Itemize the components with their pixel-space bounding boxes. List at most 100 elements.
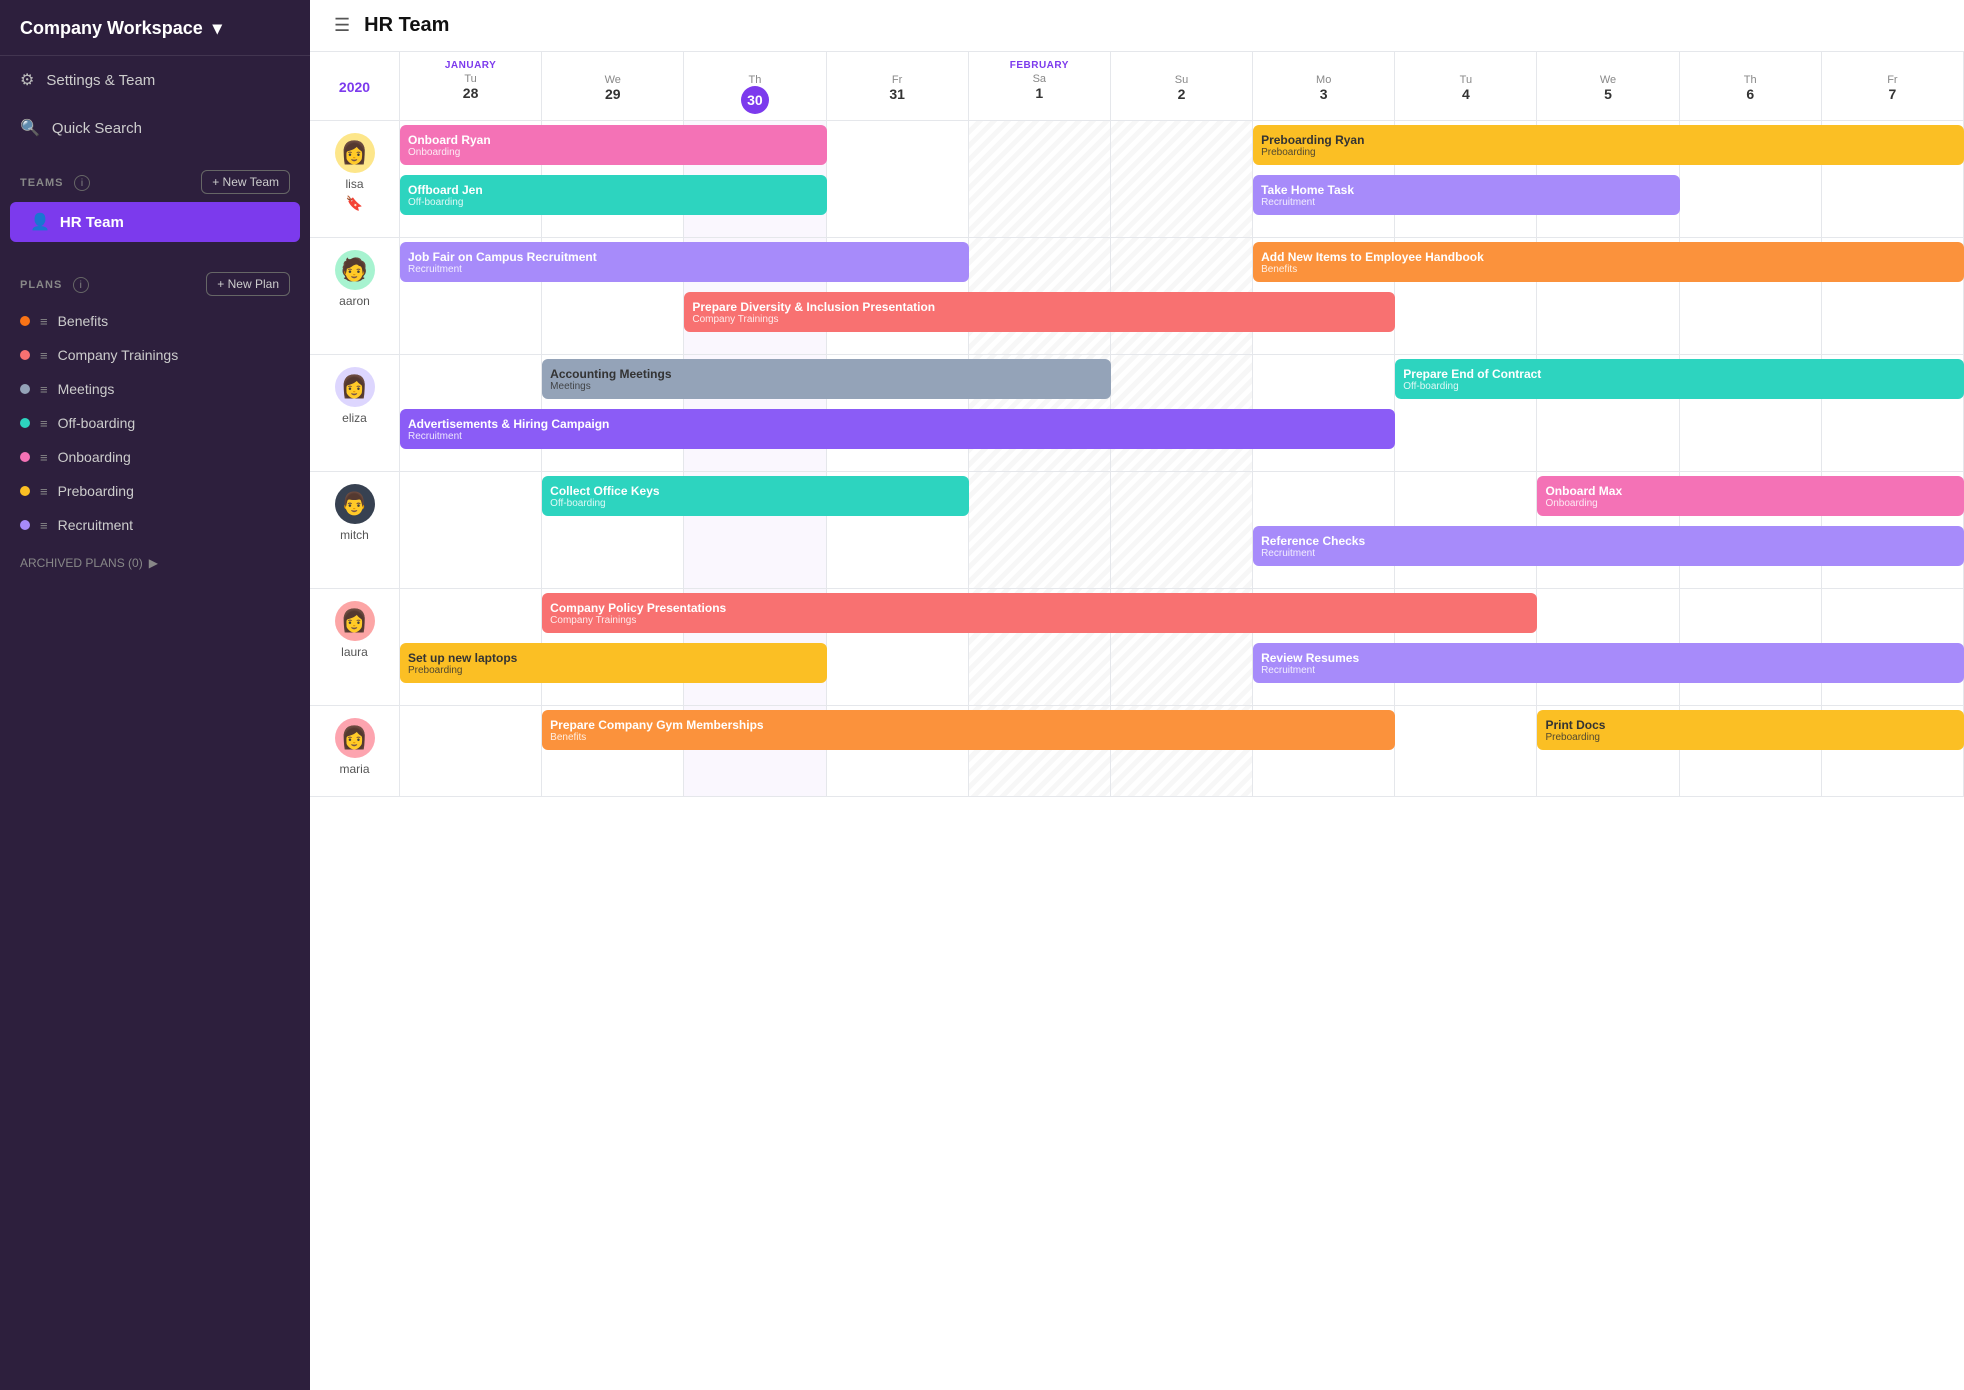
calendar-header: 2020 JANUARYTu28We29Th30Fr31FEBRUARYSa1S… bbox=[310, 52, 1964, 121]
plan-item-onboarding[interactable]: ≡ Onboarding bbox=[0, 440, 310, 474]
team-person-icon: 👤 bbox=[30, 212, 50, 232]
task-laura-1-set-up-new-laptops[interactable]: Set up new laptopsPreboarding bbox=[400, 643, 827, 683]
tasks-area-maria: Prepare Company Gym MembershipsBenefits P… bbox=[400, 706, 1964, 796]
person-col-eliza: 👩 eliza bbox=[310, 355, 400, 471]
task-mitch-0-collect-office-keys[interactable]: Collect Office KeysOff-boarding bbox=[542, 476, 969, 516]
new-plan-button[interactable]: + New Plan bbox=[206, 272, 290, 296]
topbar: ☰ HR Team bbox=[310, 0, 1964, 52]
workspace-header[interactable]: Company Workspace ▾ bbox=[0, 0, 310, 56]
plan-dot-company-trainings bbox=[20, 350, 30, 360]
task-mitch-1-reference-checks[interactable]: Reference ChecksRecruitment bbox=[1253, 526, 1964, 566]
plan-label-off-boarding: Off-boarding bbox=[58, 415, 136, 431]
task-aaron-0-add-new-items-to-emp[interactable]: Add New Items to Employee HandbookBenefi… bbox=[1253, 242, 1964, 282]
person-name-maria: maria bbox=[339, 762, 369, 776]
task-lisa-0-onboard-ryan[interactable]: Onboard RyanOnboarding bbox=[400, 125, 827, 165]
task-aaron-1-prepare-diversity-&-[interactable]: Prepare Diversity & Inclusion Presentati… bbox=[684, 292, 1395, 332]
bookmark-icon-lisa: 🔖 bbox=[346, 195, 363, 212]
quick-search-label: Quick Search bbox=[52, 120, 142, 137]
plan-item-benefits[interactable]: ≡ Benefits bbox=[0, 304, 310, 338]
plan-item-off-boarding[interactable]: ≡ Off-boarding bbox=[0, 406, 310, 440]
main-content: ☰ HR Team 2020 JANUARYTu28We29Th30Fr31FE… bbox=[310, 0, 1964, 1390]
team-name: HR Team bbox=[60, 214, 124, 231]
avatar-laura: 👩 bbox=[335, 601, 375, 641]
plans-info-icon[interactable]: i bbox=[73, 277, 89, 293]
task-eliza-0-accounting-meetings[interactable]: Accounting MeetingsMeetings bbox=[542, 359, 1111, 399]
settings-team-nav[interactable]: ⚙ Settings & Team bbox=[0, 56, 310, 104]
cal-header-col-5: Su2 bbox=[1111, 52, 1253, 120]
task-laura-0-company-policy-prese[interactable]: Company Policy PresentationsCompany Trai… bbox=[542, 593, 1537, 633]
plan-label-recruitment: Recruitment bbox=[58, 517, 133, 533]
plan-lines-icon-benefits: ≡ bbox=[40, 314, 48, 329]
cal-header-col-1: We29 bbox=[542, 52, 684, 120]
year-label: 2020 bbox=[333, 71, 376, 103]
plan-item-recruitment[interactable]: ≡ Recruitment bbox=[0, 508, 310, 542]
teams-section-title: TEAMS bbox=[20, 177, 64, 189]
teams-info-icon[interactable]: i bbox=[74, 175, 90, 191]
plan-label-meetings: Meetings bbox=[58, 381, 115, 397]
task-lisa-1-take-home-task[interactable]: Take Home TaskRecruitment bbox=[1253, 175, 1680, 215]
sidebar: Company Workspace ▾ ⚙ Settings & Team 🔍 … bbox=[0, 0, 310, 1390]
cal-header-col-9: Th6 bbox=[1680, 52, 1822, 120]
person-name-eliza: eliza bbox=[342, 411, 367, 425]
tasks-area-mitch: Collect Office KeysOff-boarding Onboard M… bbox=[400, 472, 1964, 588]
task-mitch-0-onboard-max[interactable]: Onboard MaxOnboarding bbox=[1537, 476, 1964, 516]
task-laura-1-review-resumes[interactable]: Review ResumesRecruitment bbox=[1253, 643, 1964, 683]
cal-header-col-4: FEBRUARYSa1 bbox=[969, 52, 1111, 120]
plan-dot-benefits bbox=[20, 316, 30, 326]
tasks-area-laura: Company Policy PresentationsCompany Trai… bbox=[400, 589, 1964, 705]
plan-item-company-trainings[interactable]: ≡ Company Trainings bbox=[0, 338, 310, 372]
workspace-name: Company Workspace bbox=[20, 18, 203, 39]
task-eliza-0-prepare-end-of-contr[interactable]: Prepare End of ContractOff-boarding bbox=[1395, 359, 1964, 399]
plan-label-preboarding: Preboarding bbox=[58, 483, 134, 499]
task-eliza-1-advertisements-&-hir[interactable]: Advertisements & Hiring CampaignRecruitm… bbox=[400, 409, 1395, 449]
avatar-eliza: 👩 bbox=[335, 367, 375, 407]
plan-dot-meetings bbox=[20, 384, 30, 394]
cal-header-col-6: Mo3 bbox=[1253, 52, 1395, 120]
cal-header-col-2: Th30 bbox=[684, 52, 826, 120]
person-name-laura: laura bbox=[341, 645, 368, 659]
hamburger-icon[interactable]: ☰ bbox=[334, 15, 350, 36]
person-col-lisa: 👩lisa🔖 bbox=[310, 121, 400, 237]
plan-item-meetings[interactable]: ≡ Meetings bbox=[0, 372, 310, 406]
plan-label-onboarding: Onboarding bbox=[58, 449, 131, 465]
person-name-lisa: lisa bbox=[345, 177, 363, 191]
plan-dot-onboarding bbox=[20, 452, 30, 462]
search-icon: 🔍 bbox=[20, 118, 40, 138]
archived-label: ARCHIVED PLANS (0) bbox=[20, 556, 143, 570]
page-title: HR Team bbox=[364, 14, 449, 37]
calendar-body: 👩 lisa 🔖 Onboard RyanOnboarding Preboarding … bbox=[310, 121, 1964, 797]
cal-header-col-7: Tu4 bbox=[1395, 52, 1537, 120]
task-lisa-1-offboard-jen[interactable]: Offboard JenOff-boarding bbox=[400, 175, 827, 215]
person-name-aaron: aaron bbox=[339, 294, 370, 308]
person-name-mitch: mitch bbox=[340, 528, 369, 542]
plan-item-preboarding[interactable]: ≡ Preboarding bbox=[0, 474, 310, 508]
plan-lines-icon-meetings: ≡ bbox=[40, 382, 48, 397]
task-maria-0-print-docs[interactable]: Print DocsPreboarding bbox=[1537, 710, 1964, 750]
plans-list: ≡ Benefits ≡ Company Trainings ≡ Meeting… bbox=[0, 304, 310, 542]
hr-team-item[interactable]: 👤 HR Team bbox=[10, 202, 300, 242]
person-row-eliza: 👩 eliza Accounting MeetingsMeetings Prepare… bbox=[310, 355, 1964, 472]
tasks-area-aaron: Job Fair on Campus RecruitmentRecruitmen… bbox=[400, 238, 1964, 354]
task-aaron-0-job-fair-on-campus-r[interactable]: Job Fair on Campus RecruitmentRecruitmen… bbox=[400, 242, 969, 282]
quick-search-nav[interactable]: 🔍 Quick Search bbox=[0, 104, 310, 152]
task-maria-0-prepare-company-gym-[interactable]: Prepare Company Gym MembershipsBenefits bbox=[542, 710, 1395, 750]
plan-lines-icon-off-boarding: ≡ bbox=[40, 416, 48, 431]
plan-dot-recruitment bbox=[20, 520, 30, 530]
settings-team-label: Settings & Team bbox=[46, 72, 155, 89]
plan-label-benefits: Benefits bbox=[58, 313, 109, 329]
plan-label-company-trainings: Company Trainings bbox=[58, 347, 179, 363]
new-team-button[interactable]: + New Team bbox=[201, 170, 290, 194]
plan-dot-off-boarding bbox=[20, 418, 30, 428]
avatar-aaron: 🧑 bbox=[335, 250, 375, 290]
plan-lines-icon-recruitment: ≡ bbox=[40, 518, 48, 533]
plans-section-title: PLANS bbox=[20, 279, 62, 291]
calendar-container[interactable]: 2020 JANUARYTu28We29Th30Fr31FEBRUARYSa1S… bbox=[310, 52, 1964, 1390]
task-lisa-0-preboarding-ryan[interactable]: Preboarding RyanPreboarding bbox=[1253, 125, 1964, 165]
cal-header-col-8: We5 bbox=[1537, 52, 1679, 120]
cal-header-col-10: Fr7 bbox=[1822, 52, 1964, 120]
archived-plans[interactable]: ARCHIVED PLANS (0) ▶ bbox=[0, 542, 310, 584]
person-col-mitch: 👨mitch bbox=[310, 472, 400, 588]
tasks-area-eliza: Accounting MeetingsMeetings Prepare End o… bbox=[400, 355, 1964, 471]
workspace-chevron-icon: ▾ bbox=[213, 18, 222, 39]
person-row-mitch: 👨mitch Collect Office KeysOff-boarding Onb… bbox=[310, 472, 1964, 589]
